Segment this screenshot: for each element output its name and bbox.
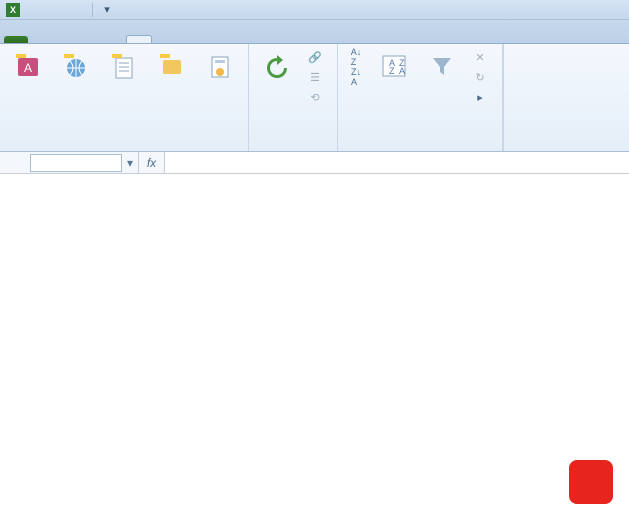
advanced-button[interactable]: ▸ (468, 88, 496, 106)
watermark-badge (569, 460, 613, 504)
undo-icon[interactable] (48, 2, 64, 18)
excel-icon: X (6, 3, 20, 17)
tab-insert[interactable] (54, 36, 78, 43)
ribbon-tabs (0, 20, 629, 44)
reapply-icon: ↻ (472, 69, 488, 85)
quick-access-toolbar: X ▾ (0, 0, 629, 20)
from-access-button[interactable]: A (6, 48, 50, 86)
save-icon[interactable] (26, 2, 42, 18)
existing-conn-button[interactable] (198, 48, 242, 86)
svg-text:Z: Z (389, 66, 395, 76)
name-box-dropdown-icon[interactable]: ▾ (122, 156, 138, 170)
qat-customize-icon[interactable]: ▾ (99, 2, 115, 18)
svg-text:A: A (24, 61, 32, 75)
fx-icon[interactable]: fx (139, 152, 165, 173)
sort-icon: AZZA (378, 50, 410, 82)
formula-bar-row: ▾ fx (0, 152, 629, 174)
link-icon: 🔗 (307, 49, 323, 65)
sort-az-icon: A↓Z (348, 49, 364, 65)
text-icon (108, 50, 140, 82)
sort-asc-button[interactable]: A↓Z (344, 48, 368, 66)
group-external-label (6, 133, 242, 149)
reapply-button: ↻ (468, 68, 496, 86)
sort-desc-button[interactable]: Z↓A (344, 68, 368, 86)
tab-layout[interactable] (78, 36, 102, 43)
refresh-icon (261, 50, 293, 82)
advanced-icon: ▸ (472, 89, 488, 105)
sort-button[interactable]: AZZA (372, 48, 416, 86)
tab-dev[interactable] (200, 36, 224, 43)
watermark (569, 460, 621, 504)
group-sort-filter: A↓Z Z↓A AZZA ✕ ↻ ▸ (338, 44, 503, 151)
funnel-icon (426, 50, 458, 82)
web-icon (60, 50, 92, 82)
name-box[interactable] (30, 154, 122, 172)
group-cut[interactable] (503, 44, 516, 151)
tab-review[interactable] (152, 36, 176, 43)
other-sources-icon (156, 50, 188, 82)
properties-button: ☰ (303, 68, 331, 86)
existing-conn-icon (204, 50, 236, 82)
editlink-icon: ⟲ (307, 89, 323, 105)
group-sort-filter-label (344, 133, 496, 149)
clear-button: ✕ (468, 48, 496, 66)
access-icon: A (12, 50, 44, 82)
group-connections-label (255, 133, 331, 149)
refresh-all-button[interactable] (255, 48, 299, 86)
name-box-wrap: ▾ (0, 152, 139, 173)
svg-text:A: A (399, 66, 405, 76)
tab-data[interactable] (126, 35, 152, 43)
group-connections: 🔗 ☰ ⟲ (249, 44, 338, 151)
tab-home[interactable] (30, 36, 54, 43)
tab-file[interactable] (4, 36, 28, 43)
ribbon: A (0, 44, 629, 152)
edit-links-button: ⟲ (303, 88, 331, 106)
from-text-button[interactable] (102, 48, 146, 86)
connections-button[interactable]: 🔗 (303, 48, 331, 66)
tab-formula[interactable] (102, 36, 126, 43)
redo-icon[interactable] (70, 2, 86, 18)
from-other-button[interactable] (150, 48, 194, 86)
clear-icon: ✕ (472, 49, 488, 65)
properties-icon: ☰ (307, 69, 323, 85)
group-external-data: A (0, 44, 249, 151)
qat-separator (92, 3, 93, 17)
formula-bar[interactable] (165, 152, 629, 173)
sort-za-icon: Z↓A (348, 69, 364, 85)
tab-view[interactable] (176, 36, 200, 43)
filter-button[interactable] (420, 48, 464, 86)
from-web-button[interactable] (54, 48, 98, 86)
